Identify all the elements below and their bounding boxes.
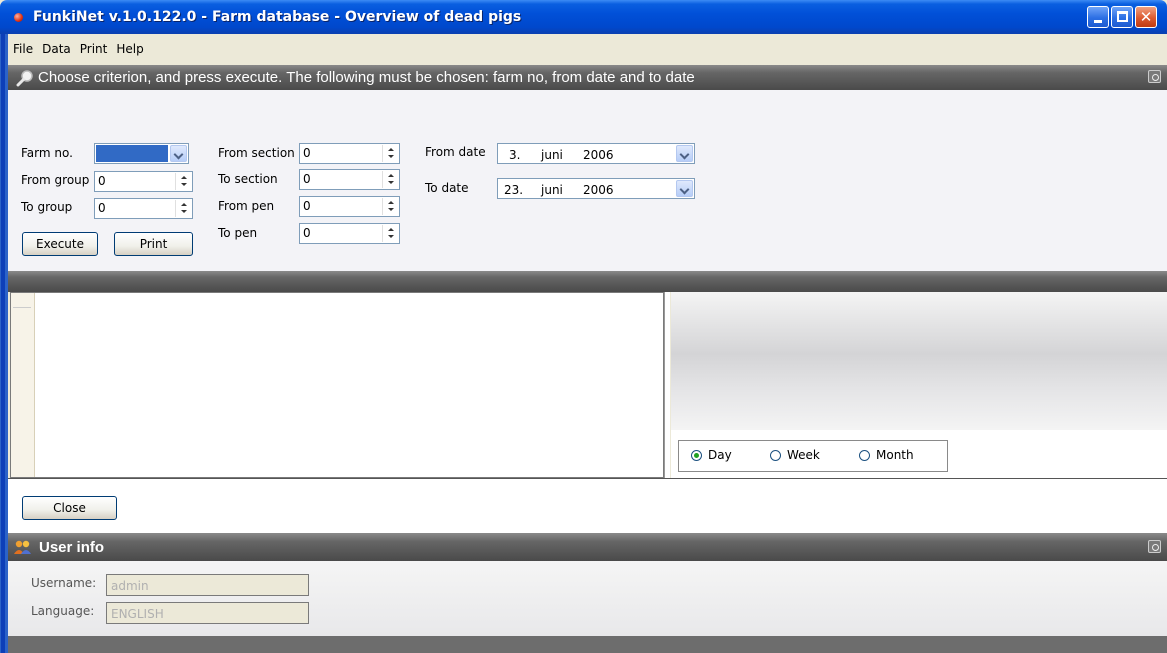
close-window-button[interactable]: ✕ <box>1135 6 1157 28</box>
window-title: FunkiNet v.1.0.122.0 - Farm database - O… <box>33 9 522 25</box>
to-date-month[interactable]: juni <box>541 183 563 197</box>
radio-day[interactable]: Day <box>691 448 732 462</box>
criteria-collapse-button[interactable] <box>1148 70 1161 83</box>
spinner-arrows-icon[interactable] <box>382 145 398 162</box>
to-date-picker[interactable]: 23. juni 2006 <box>497 178 695 199</box>
close-button[interactable]: Close <box>22 496 117 520</box>
farm-no-select[interactable] <box>94 143 189 164</box>
radio-month-label: Month <box>876 448 914 462</box>
minimize-icon <box>1094 20 1102 23</box>
from-pen-label: From pen <box>218 199 275 213</box>
maximize-button[interactable] <box>1111 6 1133 28</box>
minimize-button[interactable] <box>1087 6 1109 28</box>
username-field[interactable]: admin <box>106 574 309 596</box>
execute-button[interactable]: Execute <box>22 232 98 256</box>
username-value: admin <box>111 579 149 593</box>
from-section-label: From section <box>218 146 295 160</box>
maximize-icon <box>1117 11 1128 22</box>
from-date-picker[interactable]: 3. juni 2006 <box>497 143 695 164</box>
users-icon <box>14 540 31 554</box>
menu-bar: File Data Print Help <box>8 38 148 60</box>
title-bar[interactable]: FunkiNet v.1.0.122.0 - Farm database - O… <box>0 0 1167 34</box>
criteria-panel: Farm no. From group 0 To group 0 From se… <box>8 90 1167 271</box>
to-section-label: To section <box>218 172 278 186</box>
spinner-arrows-icon[interactable] <box>382 171 398 188</box>
radio-unchecked-icon[interactable] <box>770 449 781 461</box>
language-field[interactable]: ENGLISH <box>106 602 309 624</box>
chart-area <box>671 292 1167 430</box>
from-pen-input[interactable]: 0 <box>299 196 400 217</box>
radio-month[interactable]: Month <box>859 448 914 462</box>
window-frame-left-inner <box>1 34 5 653</box>
menu-help[interactable]: Help <box>111 38 147 60</box>
close-icon: ✕ <box>1139 8 1153 26</box>
grid-row-header <box>11 293 35 477</box>
radio-week[interactable]: Week <box>770 448 820 462</box>
to-group-input[interactable]: 0 <box>94 198 193 219</box>
results-header <box>8 271 1167 292</box>
from-group-value: 0 <box>98 174 106 188</box>
to-pen-label: To pen <box>218 226 258 240</box>
from-section-value: 0 <box>303 146 311 160</box>
to-date-day[interactable]: 23. <box>504 183 523 197</box>
close-panel: Close <box>8 478 1167 533</box>
criteria-header: Choose criterion, and press execute. The… <box>8 65 1167 90</box>
status-bar <box>8 636 1167 653</box>
print-button[interactable]: Print <box>114 232 193 256</box>
period-radio-group: Day Week Month <box>678 440 948 472</box>
spinner-arrows-icon[interactable] <box>175 200 191 217</box>
search-icon <box>16 70 33 87</box>
chevron-down-icon[interactable] <box>170 145 187 162</box>
to-group-value: 0 <box>98 201 106 215</box>
chevron-down-icon[interactable] <box>676 145 693 162</box>
to-group-label: To group <box>21 200 73 214</box>
criteria-header-text: Choose criterion, and press execute. The… <box>38 69 695 86</box>
radio-unchecked-icon[interactable] <box>859 449 870 461</box>
from-date-label: From date <box>425 145 486 159</box>
from-group-input[interactable]: 0 <box>94 171 193 192</box>
user-info-panel: Username: admin Language: ENGLISH <box>8 561 1167 636</box>
farm-no-selection <box>96 145 168 162</box>
spinner-arrows-icon[interactable] <box>382 225 398 242</box>
user-info-header: User info <box>8 533 1167 561</box>
from-group-label: From group <box>21 173 90 187</box>
to-pen-input[interactable]: 0 <box>299 223 400 244</box>
menu-data[interactable]: Data <box>37 38 75 60</box>
splitter[interactable] <box>664 292 670 478</box>
radio-checked-icon[interactable] <box>691 449 702 461</box>
from-date-year[interactable]: 2006 <box>583 148 614 162</box>
from-pen-value: 0 <box>303 199 311 213</box>
radio-week-label: Week <box>787 448 820 462</box>
spinner-arrows-icon[interactable] <box>382 198 398 215</box>
from-section-input[interactable]: 0 <box>299 143 400 164</box>
to-section-value: 0 <box>303 172 311 186</box>
radio-day-label: Day <box>708 448 732 462</box>
results-grid[interactable] <box>10 292 664 478</box>
period-panel: Day Week Month <box>671 430 1167 478</box>
to-date-year[interactable]: 2006 <box>583 183 614 197</box>
from-date-day[interactable]: 3. <box>509 148 520 162</box>
spinner-arrows-icon[interactable] <box>175 173 191 190</box>
to-pen-value: 0 <box>303 226 311 240</box>
to-date-label: To date <box>425 181 469 195</box>
to-section-input[interactable]: 0 <box>299 169 400 190</box>
user-info-collapse-button[interactable] <box>1148 540 1161 553</box>
language-label: Language: <box>31 604 95 618</box>
app-icon <box>14 13 23 22</box>
menu-file[interactable]: File <box>8 38 37 60</box>
username-label: Username: <box>31 576 97 590</box>
from-date-month[interactable]: juni <box>541 148 563 162</box>
chevron-down-icon[interactable] <box>676 180 693 197</box>
results-panel: Day Week Month <box>8 292 1167 478</box>
language-value: ENGLISH <box>111 607 164 621</box>
menu-print[interactable]: Print <box>75 38 112 60</box>
farm-no-label: Farm no. <box>21 146 73 160</box>
user-info-header-text: User info <box>39 539 105 556</box>
